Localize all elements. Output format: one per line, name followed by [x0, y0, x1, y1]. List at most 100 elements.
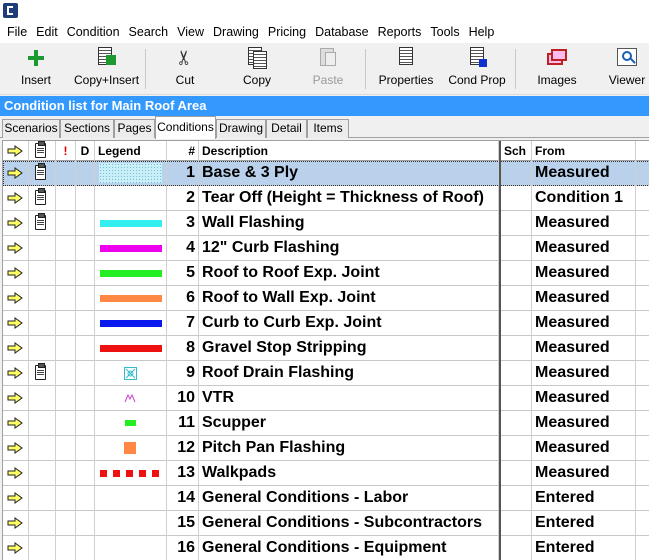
- row-description[interactable]: Wall Flashing: [199, 211, 499, 236]
- table-row[interactable]: 9 Roof Drain Flashing Measured: [3, 361, 649, 386]
- row-description[interactable]: Scupper: [199, 411, 499, 436]
- header-arrow-col[interactable]: [3, 141, 29, 161]
- row-select-cell[interactable]: [3, 461, 29, 486]
- row-select-cell[interactable]: [3, 261, 29, 286]
- row-legend-cell[interactable]: [95, 536, 167, 560]
- viewer-button[interactable]: Viewer: [604, 47, 649, 91]
- row-description[interactable]: Base & 3 Ply: [199, 161, 499, 186]
- row-legend-cell[interactable]: [95, 386, 167, 411]
- row-legend-cell[interactable]: [95, 236, 167, 261]
- row-clip-cell[interactable]: [29, 361, 56, 386]
- row-select-cell[interactable]: [3, 386, 29, 411]
- table-row[interactable]: 15 General Conditions - Subcontractors Ent…: [3, 511, 649, 536]
- row-description[interactable]: Walkpads: [199, 461, 499, 486]
- menu-database[interactable]: Database: [311, 22, 373, 43]
- menu-reports[interactable]: Reports: [374, 22, 426, 43]
- row-clip-cell[interactable]: [29, 261, 56, 286]
- header-description-col[interactable]: Description: [199, 141, 499, 161]
- row-description[interactable]: General Conditions - Labor: [199, 486, 499, 511]
- row-select-cell[interactable]: [3, 411, 29, 436]
- row-clip-cell[interactable]: [29, 436, 56, 461]
- row-legend-cell[interactable]: [95, 461, 167, 486]
- row-select-cell[interactable]: [3, 211, 29, 236]
- row-clip-cell[interactable]: [29, 186, 56, 211]
- row-legend-cell[interactable]: [95, 486, 167, 511]
- table-row[interactable]: 7 Curb to Curb Exp. Joint Measured: [3, 311, 649, 336]
- table-row[interactable]: 4 12" Curb Flashing Measured: [3, 236, 649, 261]
- row-description[interactable]: Pitch Pan Flashing: [199, 436, 499, 461]
- row-legend-cell[interactable]: [95, 436, 167, 461]
- row-legend-cell[interactable]: [95, 511, 167, 536]
- row-description[interactable]: VTR: [199, 386, 499, 411]
- row-clip-cell[interactable]: [29, 461, 56, 486]
- menu-pricing[interactable]: Pricing: [264, 22, 310, 43]
- table-row[interactable]: 2 Tear Off (Height = Thickness of Roof) Co…: [3, 186, 649, 211]
- menu-file[interactable]: File: [3, 22, 31, 43]
- row-clip-cell[interactable]: [29, 536, 56, 560]
- table-row[interactable]: 5 Roof to Roof Exp. Joint Measured: [3, 261, 649, 286]
- cut-button[interactable]: Cut: [160, 47, 210, 91]
- row-description[interactable]: General Conditions - Subcontractors: [199, 511, 499, 536]
- row-clip-cell[interactable]: [29, 286, 56, 311]
- row-description[interactable]: Tear Off (Height = Thickness of Roof): [199, 186, 499, 211]
- row-description[interactable]: Roof Drain Flashing: [199, 361, 499, 386]
- row-clip-cell[interactable]: [29, 386, 56, 411]
- table-row[interactable]: 16 General Conditions - Equipment Entered: [3, 536, 649, 560]
- table-row[interactable]: 1 Base & 3 Ply Measured: [3, 161, 649, 186]
- row-clip-cell[interactable]: [29, 211, 56, 236]
- tab-conditions[interactable]: Conditions: [155, 116, 216, 139]
- tab-detail[interactable]: Detail: [266, 119, 307, 138]
- table-row[interactable]: 13 Walkpads Measured: [3, 461, 649, 486]
- menu-drawing[interactable]: Drawing: [209, 22, 263, 43]
- menu-search[interactable]: Search: [125, 22, 173, 43]
- tab-scenarios[interactable]: Scenarios: [2, 119, 60, 138]
- menu-view[interactable]: View: [173, 22, 208, 43]
- header-sch-col[interactable]: Sch: [499, 141, 532, 161]
- row-description[interactable]: General Conditions - Equipment: [199, 536, 499, 560]
- row-description[interactable]: 12" Curb Flashing: [199, 236, 499, 261]
- images-button[interactable]: Images: [532, 47, 582, 91]
- tab-sections[interactable]: Sections: [60, 119, 114, 138]
- row-legend-cell[interactable]: [95, 286, 167, 311]
- row-legend-cell[interactable]: [95, 411, 167, 436]
- row-select-cell[interactable]: [3, 361, 29, 386]
- row-legend-cell[interactable]: [95, 186, 167, 211]
- menu-edit[interactable]: Edit: [32, 22, 62, 43]
- row-legend-cell[interactable]: [95, 311, 167, 336]
- row-select-cell[interactable]: [3, 186, 29, 211]
- header-flag-col[interactable]: !: [56, 141, 76, 161]
- row-select-cell[interactable]: [3, 311, 29, 336]
- row-description[interactable]: Gravel Stop Stripping: [199, 336, 499, 361]
- row-clip-cell[interactable]: [29, 336, 56, 361]
- menu-condition[interactable]: Condition: [63, 22, 124, 43]
- header-num-col[interactable]: #: [167, 141, 199, 161]
- header-clip-col[interactable]: [29, 141, 56, 161]
- header-d-col[interactable]: D: [76, 141, 95, 161]
- tab-pages[interactable]: Pages: [114, 119, 155, 138]
- row-select-cell[interactable]: [3, 286, 29, 311]
- row-select-cell[interactable]: [3, 161, 29, 186]
- row-clip-cell[interactable]: [29, 311, 56, 336]
- paste-button[interactable]: Paste: [303, 47, 353, 91]
- header-legend-col[interactable]: Legend: [95, 141, 167, 161]
- table-row[interactable]: 8 Gravel Stop Stripping Measured: [3, 336, 649, 361]
- row-clip-cell[interactable]: [29, 411, 56, 436]
- row-legend-cell[interactable]: [95, 161, 167, 186]
- tab-drawing[interactable]: Drawing: [216, 119, 266, 138]
- row-clip-cell[interactable]: [29, 161, 56, 186]
- row-description[interactable]: Roof to Wall Exp. Joint: [199, 286, 499, 311]
- menu-help[interactable]: Help: [465, 22, 499, 43]
- copy-insert-button[interactable]: Copy+Insert: [74, 47, 139, 91]
- table-row[interactable]: 10 VTR Measured: [3, 386, 649, 411]
- row-legend-cell[interactable]: [95, 211, 167, 236]
- insert-button[interactable]: Insert: [14, 47, 58, 91]
- row-select-cell[interactable]: [3, 486, 29, 511]
- row-legend-cell[interactable]: [95, 336, 167, 361]
- table-row[interactable]: 14 General Conditions - Labor Entered: [3, 486, 649, 511]
- row-clip-cell[interactable]: [29, 511, 56, 536]
- row-select-cell[interactable]: [3, 336, 29, 361]
- menu-tools[interactable]: Tools: [426, 22, 463, 43]
- app-logo-icon[interactable]: [3, 3, 18, 18]
- row-select-cell[interactable]: [3, 511, 29, 536]
- properties-button[interactable]: Properties: [378, 47, 434, 91]
